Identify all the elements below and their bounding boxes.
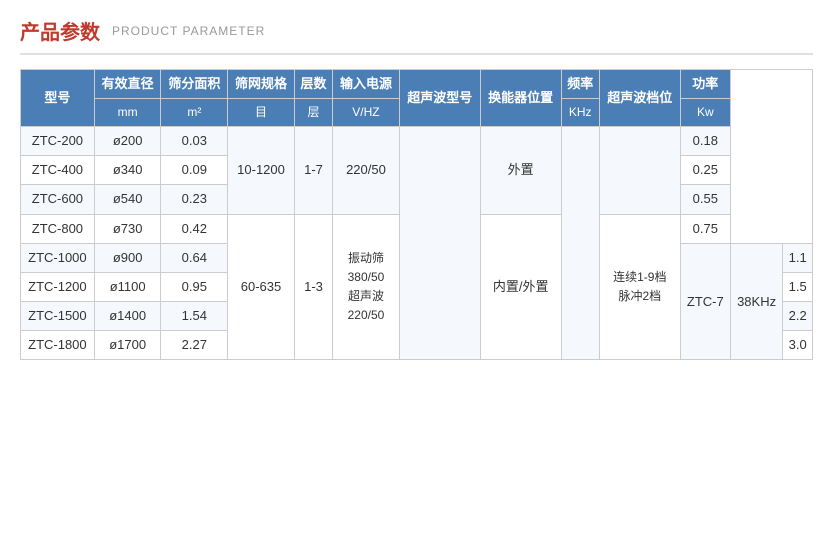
- table-cell: ø1100: [94, 272, 161, 301]
- col-power-header: 功率: [680, 70, 730, 99]
- table-cell: 220/50: [333, 126, 400, 214]
- col-mesh-header: 筛网规格: [228, 70, 295, 99]
- table-cell: 0.23: [161, 185, 228, 214]
- table-cell: ZTC-1800: [21, 331, 95, 360]
- param-table: 型号 有效直径 筛分面积 筛网规格 层数 输入电源 超声波型号 换能器位置 频率…: [20, 69, 813, 360]
- table-cell: ZTC-7: [680, 243, 730, 360]
- col-ultrasonic-level-header: 超声波档位: [599, 70, 680, 127]
- table-cell: 2.27: [161, 331, 228, 360]
- col-area-header: 筛分面积: [161, 70, 228, 99]
- col-area-unit: m²: [161, 99, 228, 127]
- table-cell: 1.1: [783, 243, 813, 272]
- table-cell: 2.2: [783, 302, 813, 331]
- table-cell: 0.42: [161, 214, 228, 243]
- table-cell: ø340: [94, 156, 161, 185]
- col-frequency-unit: KHz: [561, 99, 599, 127]
- col-layers-unit: 层: [294, 99, 332, 127]
- table-cell: ø540: [94, 185, 161, 214]
- table-cell: ZTC-800: [21, 214, 95, 243]
- table-cell: ZTC-1500: [21, 302, 95, 331]
- table-cell: 1-3: [294, 214, 332, 360]
- page-title-en: PRODUCT PARAMETER: [112, 24, 265, 38]
- page: 产品参数 PRODUCT PARAMETER 振 振泰机械 ZHENTAIJIX…: [0, 0, 833, 552]
- table-cell: [561, 126, 599, 360]
- col-ultrasonic-type-header: 超声波型号: [399, 70, 480, 127]
- col-model-header: 型号: [21, 70, 95, 127]
- table-cell: 60-635: [228, 214, 295, 360]
- table-cell: 内置/外置: [480, 214, 561, 360]
- table-cell: 38KHz: [730, 243, 782, 360]
- table-cell: [599, 126, 680, 214]
- table-cell: 1.5: [783, 272, 813, 301]
- col-power-input-header: 输入电源: [333, 70, 400, 99]
- table-row: ZTC-200ø2000.0310-12001-7220/50外置0.18: [21, 126, 813, 155]
- table-cell: 0.55: [680, 185, 730, 214]
- table-cell: 10-1200: [228, 126, 295, 214]
- table-cell: 0.95: [161, 272, 228, 301]
- table-cell: ø730: [94, 214, 161, 243]
- table-cell: 0.64: [161, 243, 228, 272]
- table-cell: [399, 126, 480, 360]
- table-cell: ø1400: [94, 302, 161, 331]
- table-cell: 外置: [480, 126, 561, 214]
- table-cell: ZTC-400: [21, 156, 95, 185]
- page-header: 产品参数 PRODUCT PARAMETER: [20, 16, 813, 55]
- col-power-input-unit: V/HZ: [333, 99, 400, 127]
- table-cell: 0.09: [161, 156, 228, 185]
- table-cell: 0.25: [680, 156, 730, 185]
- table-wrapper: 振 振泰机械 ZHENTAIJIXIE 型号 有效直径 筛分面积 筛网规格 层数…: [20, 69, 813, 360]
- col-frequency-header: 频率: [561, 70, 599, 99]
- table-cell: 连续1-9档 脉冲2档: [599, 214, 680, 360]
- table-cell: ZTC-1000: [21, 243, 95, 272]
- table-cell: 0.18: [680, 126, 730, 155]
- page-title-cn: 产品参数: [20, 16, 100, 45]
- col-diameter-header: 有效直径: [94, 70, 161, 99]
- table-cell: 0.75: [680, 214, 730, 243]
- table-cell: 1.54: [161, 302, 228, 331]
- table-cell: 0.03: [161, 126, 228, 155]
- table-cell: 1-7: [294, 126, 332, 214]
- col-layers-header: 层数: [294, 70, 332, 99]
- col-diameter-unit: mm: [94, 99, 161, 127]
- table-cell: 3.0: [783, 331, 813, 360]
- col-mesh-unit: 目: [228, 99, 295, 127]
- col-power-unit: Kw: [680, 99, 730, 127]
- table-cell: ZTC-600: [21, 185, 95, 214]
- col-transducer-header: 换能器位置: [480, 70, 561, 127]
- table-cell: 振动筛 380/50 超声波 220/50: [333, 214, 400, 360]
- table-cell: ø200: [94, 126, 161, 155]
- header-row-1: 型号 有效直径 筛分面积 筛网规格 层数 输入电源 超声波型号 换能器位置 频率…: [21, 70, 813, 99]
- table-cell: ZTC-1200: [21, 272, 95, 301]
- table-cell: ø1700: [94, 331, 161, 360]
- table-cell: ZTC-200: [21, 126, 95, 155]
- table-cell: ø900: [94, 243, 161, 272]
